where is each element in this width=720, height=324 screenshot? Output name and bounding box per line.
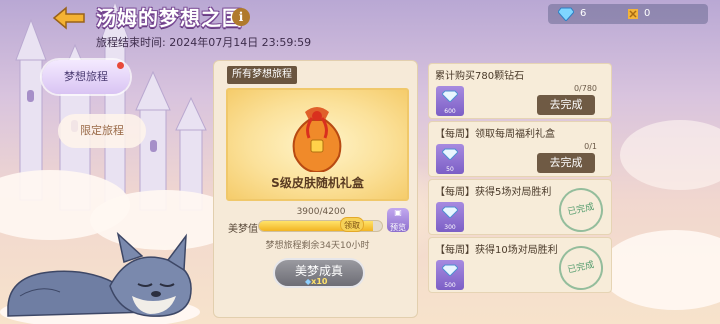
diamond-icon [558, 7, 574, 21]
completed-stamp: 已完成 [554, 183, 608, 237]
page-title: 汤姆的梦想之国 [96, 6, 243, 30]
diamond-reward-icon: 300 [436, 202, 464, 232]
diamond-reward-icon: 600 [436, 86, 464, 116]
task-title: 累计购买780颗钻石 [435, 71, 525, 82]
progress-text: 3900/4200 [296, 207, 346, 217]
claim-cost: ◆x10 [305, 277, 327, 286]
remaining-time: 梦想旅程剩余34天10小时 [265, 241, 370, 251]
meter-label: 美梦值 [228, 224, 258, 235]
claim-cost-value: x10 [311, 277, 328, 286]
tab-label: 梦想旅程 [64, 70, 108, 83]
diamond-reward-icon: 500 [436, 260, 464, 290]
task-item: 【每周】获得10场对局胜利 500 已完成 [428, 237, 612, 295]
task-progress: 0/1 [584, 142, 597, 151]
claim-label: 美梦成真 [294, 264, 343, 278]
cloud [620, 120, 720, 190]
task-title: 【每周】领取每周福利礼盒 [435, 129, 555, 140]
task-item: 累计购买780颗钻石 600 0/780 去完成 [428, 63, 612, 119]
info-icon[interactable]: i [232, 8, 250, 26]
gold-ticket-icon [628, 9, 638, 19]
reward-amount: 600 [444, 108, 456, 115]
tab-dream-journey[interactable]: 梦想旅程 [42, 60, 130, 94]
tab-label: 限定旅程 [80, 124, 124, 137]
preview-label: 预览 [390, 223, 406, 232]
reward-name: S级皮肤随机礼盒 [271, 176, 364, 190]
reward-amount: 50 [446, 166, 454, 173]
reward-amount: 500 [444, 282, 456, 289]
task-title: 【每周】获得5场对局胜利 [435, 187, 552, 198]
task-item: 【每周】获得5场对局胜利 300 已完成 [428, 179, 612, 237]
diamond-icon [442, 206, 458, 218]
claim-tag[interactable]: 领取 [340, 217, 364, 232]
gift-bag-icon[interactable] [285, 94, 349, 172]
task-item: 【每周】领取每周福利礼盒 50 0/1 去完成 [428, 121, 612, 177]
go-complete-button[interactable]: 去完成 [537, 153, 595, 173]
diamond-icon [442, 264, 458, 276]
back-arrow-icon[interactable] [52, 6, 86, 30]
diamond-count: 6 [580, 8, 587, 19]
completed-stamp: 已完成 [554, 241, 608, 295]
currency-bar: 6 0 [548, 4, 708, 24]
reward-amount: 300 [444, 224, 456, 231]
diamond-icon [442, 90, 458, 102]
panel-label[interactable]: 所有梦想旅程 [227, 66, 297, 84]
go-complete-button[interactable]: 去完成 [537, 95, 595, 115]
diamond-reward-icon: 50 [436, 144, 464, 174]
notification-dot [117, 62, 124, 69]
journey-deadline: 旅程结束时间: 2024年07月14日 23:59:59 [96, 36, 312, 49]
tab-limited-journey[interactable]: 限定旅程 [58, 114, 146, 148]
task-progress: 0/780 [573, 84, 597, 93]
cloud [600, 230, 720, 310]
ticket-count: 0 [644, 8, 651, 19]
gift-icon: ▣ [394, 208, 402, 217]
preview-button[interactable]: ▣ 预览 [387, 208, 409, 232]
sleeping-cat-character [0, 231, 200, 324]
diamond-icon [442, 148, 458, 160]
dream-progress-bar [258, 220, 383, 232]
task-title: 【每周】获得10场对局胜利 [435, 245, 558, 256]
